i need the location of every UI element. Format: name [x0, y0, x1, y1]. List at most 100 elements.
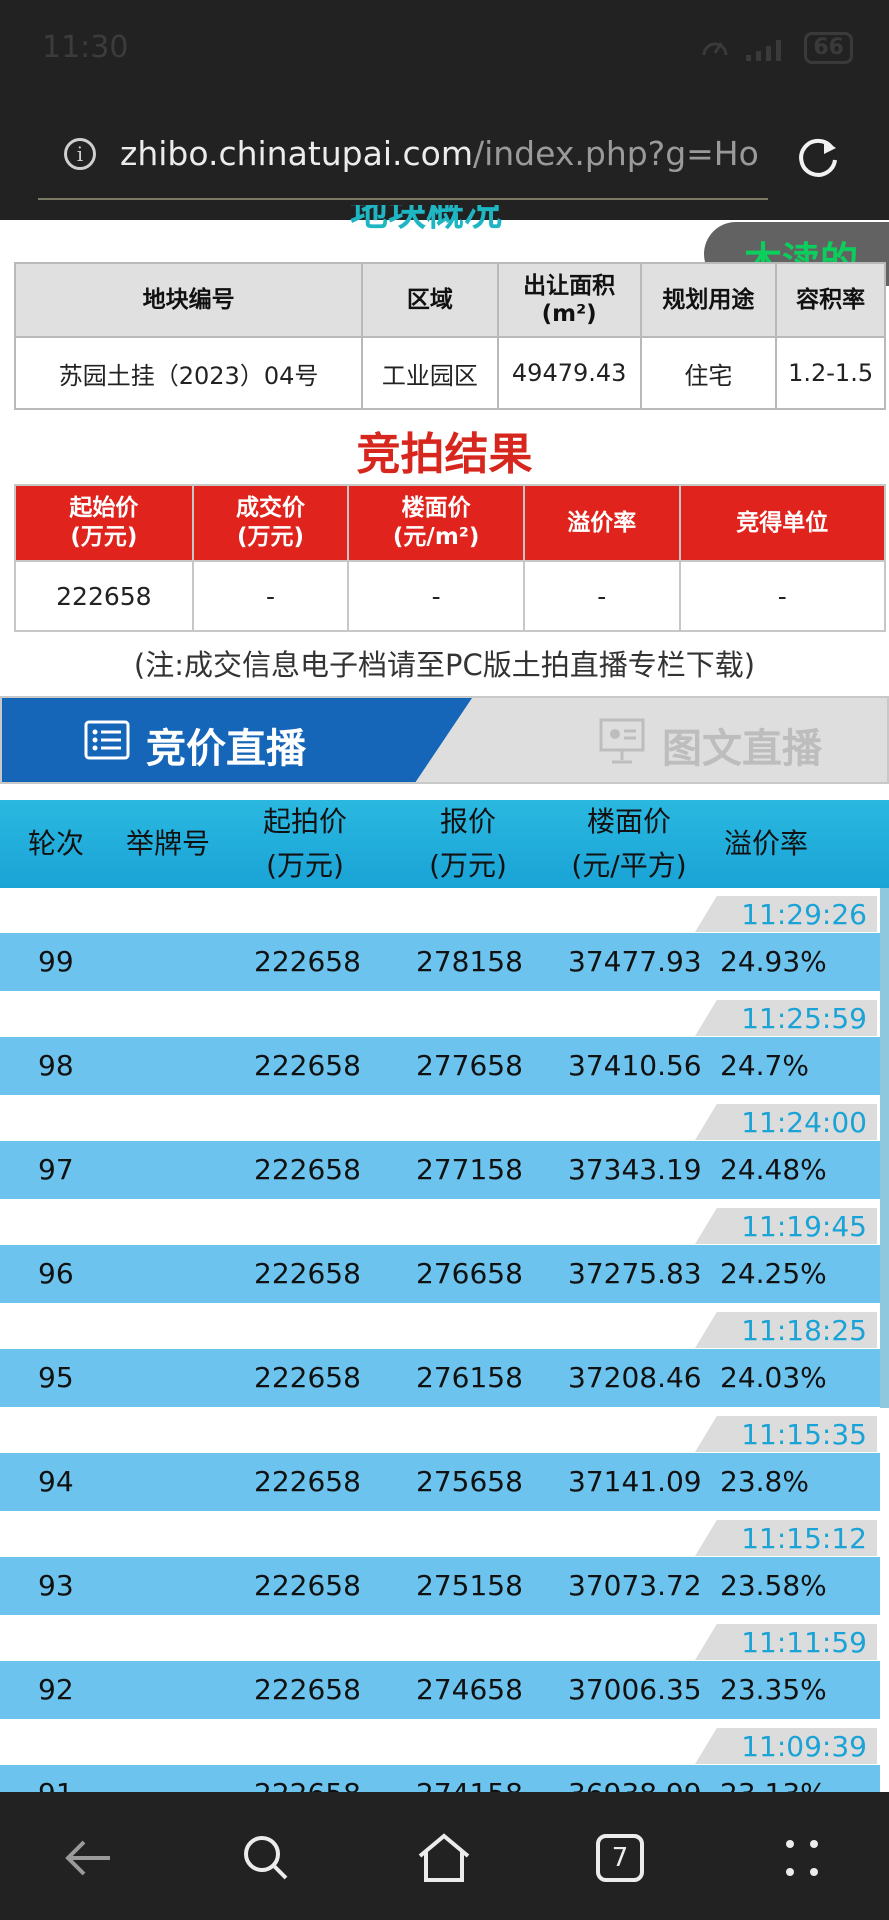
lot-number: 苏园土挂（2023）04号 — [13, 336, 364, 410]
bid-premium: 24.48% — [720, 1153, 827, 1186]
bid-premium: 23.8% — [720, 1465, 809, 1498]
table-row[interactable]: 93 222658 275158 37073.72 23.58% — [0, 1557, 880, 1615]
bid-time: 11:29:26 — [741, 898, 867, 931]
bid-round: 99 — [38, 945, 74, 978]
bid-round: 98 — [38, 1049, 74, 1082]
th-round: 轮次 — [27, 827, 84, 860]
bid-row-group: 11:11:59 92 222658 274658 37006.35 23.35% — [0, 1616, 889, 1720]
table-row[interactable]: 99 222658 278158 37477.93 24.93% — [0, 933, 880, 991]
bid-premium: 23.35% — [720, 1673, 827, 1706]
th-plot-ratio: 容积率 — [775, 262, 886, 338]
bid-offer: 277158 — [416, 1153, 523, 1186]
battery-icon: 66 — [804, 32, 853, 64]
speed-icon — [702, 42, 728, 56]
summary-section-title: 地块概况 — [350, 205, 503, 234]
table-row[interactable]: 91 222658 274158 36938.99 23.13% — [0, 1765, 880, 1792]
bid-round: 95 — [38, 1361, 74, 1394]
floor-price: - — [347, 560, 526, 632]
bid-round: 97 — [38, 1153, 74, 1186]
bottom-nav: 7 — [0, 1792, 889, 1920]
bid-round: 93 — [38, 1569, 74, 1602]
bid-offer: 276658 — [416, 1257, 523, 1290]
tabs-icon[interactable]: 7 — [596, 1834, 644, 1882]
bid-floor: 37073.72 — [568, 1569, 702, 1602]
bid-floor: 37141.09 — [568, 1465, 702, 1498]
bid-row-group: 11:19:45 96 222658 276658 37275.83 24.25% — [0, 1200, 889, 1304]
table-row[interactable]: 96 222658 276658 37275.83 24.25% — [0, 1245, 880, 1303]
bid-offer: 278158 — [416, 945, 523, 978]
bid-row-group: 11:25:59 98 222658 277658 37410.56 24.7% — [0, 992, 889, 1096]
address-bar[interactable]: i zhibo.chinatupai.com/index.php?g=Hor — [38, 122, 768, 200]
bid-row-group: 11:18:25 95 222658 276158 37208.46 24.03% — [0, 1304, 889, 1408]
bid-timestamp: 11:29:26 — [695, 896, 877, 932]
plot-ratio: 1.2-1.5 — [775, 336, 886, 410]
bid-time: 11:18:25 — [741, 1314, 867, 1347]
th-bid-premium: 溢价率 — [723, 827, 808, 860]
bid-timestamp: 11:11:59 — [695, 1624, 877, 1660]
bid-rows[interactable]: 11:29:26 99 222658 278158 37477.93 24.93% 11:2… — [0, 888, 889, 1792]
bid-time: 11:15:35 — [741, 1418, 867, 1451]
table-row[interactable]: 97 222658 277158 37343.19 24.48% — [0, 1141, 880, 1199]
th-floor-price: 楼面价 (元/m²) — [347, 484, 526, 562]
bid-timestamp: 11:15:12 — [695, 1520, 877, 1556]
bid-row-group: 11:29:26 99 222658 278158 37477.93 24.93% — [0, 888, 889, 992]
tab-text-live[interactable]: 图文直播 — [598, 716, 838, 772]
table-row[interactable]: 95 222658 276158 37208.46 24.03% — [0, 1349, 880, 1407]
list-icon — [84, 720, 130, 760]
bid-offer: 275658 — [416, 1465, 523, 1498]
tab-bidding-live[interactable]: 竞价直播 — [2, 698, 472, 782]
bid-premium: 23.58% — [720, 1569, 827, 1602]
bid-offer: 277658 — [416, 1049, 523, 1082]
status-icons: 66 — [700, 32, 853, 64]
bid-timestamp: 11:15:35 — [695, 1416, 877, 1452]
district: 工业园区 — [361, 336, 499, 410]
bid-floor: 37208.46 — [568, 1361, 702, 1394]
bid-timestamp: 11:19:45 — [695, 1208, 877, 1244]
bid-premium: 24.25% — [720, 1257, 827, 1290]
th-area: 区域 — [361, 262, 499, 338]
reload-icon[interactable] — [794, 134, 842, 182]
url-text[interactable]: zhibo.chinatupai.com/index.php?g=Hor — [120, 134, 760, 173]
premium-rate: - — [523, 560, 681, 632]
bid-offer: 274158 — [416, 1777, 523, 1792]
presentation-icon — [599, 718, 645, 764]
bid-offer: 274658 — [416, 1673, 523, 1706]
bid-floor: 37275.83 — [568, 1257, 702, 1290]
th-paddle: 举牌号 — [125, 827, 210, 860]
deal-price: - — [191, 560, 350, 632]
browser-top-bar: 11:30 66 i zhibo.chinatupai.com/index.ph… — [0, 0, 889, 220]
table-row[interactable]: 92 222658 274658 37006.35 23.35% — [0, 1661, 880, 1719]
bid-floor: 37343.19 — [568, 1153, 702, 1186]
bid-time: 11:24:00 — [741, 1106, 867, 1139]
bid-time: 11:15:12 — [741, 1522, 867, 1555]
menu-icon[interactable] — [774, 1830, 830, 1886]
bid-time: 11:25:59 — [741, 1002, 867, 1035]
bid-floor: 37410.56 — [568, 1049, 702, 1082]
usage: 住宅 — [639, 336, 778, 410]
scrollbar[interactable] — [880, 888, 889, 1408]
bid-time: 11:19:45 — [741, 1210, 867, 1243]
bid-floor: 37477.93 — [568, 945, 702, 978]
bid-round: 92 — [38, 1673, 74, 1706]
home-icon[interactable] — [416, 1830, 472, 1886]
winner: - — [678, 560, 887, 632]
th-deal-price: 成交价 (万元) — [191, 484, 350, 562]
th-premium: 溢价率 — [523, 484, 681, 562]
bid-floor: 37006.35 — [568, 1673, 702, 1706]
live-tabs: 竞价直播 图文直播 — [0, 696, 889, 784]
table-row[interactable]: 98 222658 277658 37410.56 24.7% — [0, 1037, 880, 1095]
back-icon[interactable] — [60, 1830, 116, 1886]
download-note: (注:成交信息电子档请至PC版土拍直播专栏下载) — [133, 648, 756, 682]
bid-premium: 24.03% — [720, 1361, 827, 1394]
bid-timestamp: 11:25:59 — [695, 1000, 877, 1036]
bid-offer: 275158 — [416, 1569, 523, 1602]
bid-start: 222658 — [254, 1257, 361, 1290]
table-row[interactable]: 94 222658 275658 37141.09 23.8% — [0, 1453, 880, 1511]
th-usage: 规划用途 — [639, 262, 778, 338]
th-winner: 竞得单位 — [678, 484, 887, 562]
info-icon[interactable]: i — [64, 138, 96, 170]
bid-time: 11:09:39 — [741, 1730, 867, 1763]
search-icon[interactable] — [238, 1830, 294, 1886]
land-summary-table: 地块编号 区域 出让面积 (m²) 规划用途 容积率 苏园土挂（2023）04号… — [13, 262, 886, 410]
th-land-area: 出让面积 (m²) — [496, 262, 642, 338]
